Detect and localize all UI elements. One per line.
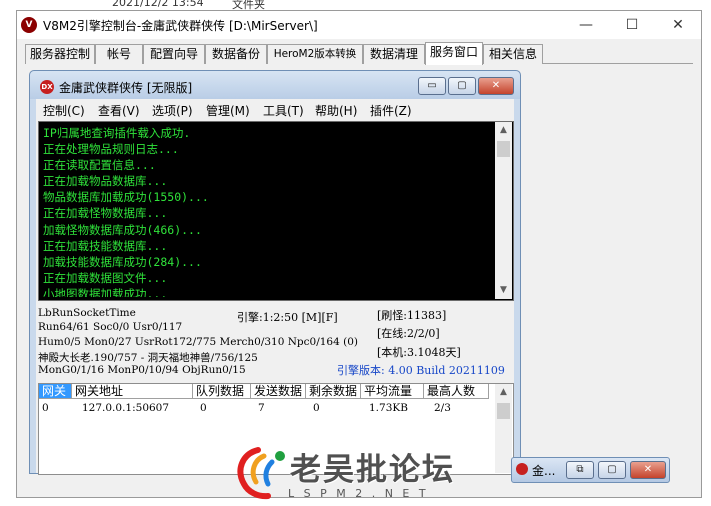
grid-scrollbar-thumb[interactable]: [497, 403, 510, 419]
status-engine: 引擎:1:2:50 [M][F]: [237, 311, 338, 324]
grid-header-queue[interactable]: 队列数据: [193, 384, 251, 399]
grid-header-gateway[interactable]: 网关: [39, 384, 72, 399]
child-window-title: 金庸武侠群侠传 [无限版]: [59, 81, 193, 95]
dx-app-icon: DX: [40, 80, 54, 94]
child-minimize-button[interactable]: ▭: [418, 77, 446, 95]
watermark-title: 老吴批论坛: [290, 452, 455, 488]
grid-header-remaining[interactable]: 剩余数据: [306, 384, 361, 399]
tab-account[interactable]: 帐号: [95, 44, 143, 64]
menu-control[interactable]: 控制(C): [43, 102, 85, 119]
console-line: 正在加载怪物数据库...: [43, 206, 168, 221]
cell-avg-traffic: 1.73KB: [369, 402, 408, 414]
status-run-line: Run64/61 Soc0/0 Usr0/117: [38, 321, 183, 333]
status-refresh-monsters: [刷怪:11383]: [377, 309, 447, 322]
status-map-line: 神殿大长老.190/757 - 洞天福地神兽/756/125: [38, 352, 258, 364]
scrollbar-thumb[interactable]: [497, 141, 510, 157]
status-online: [在线:2/2/0]: [377, 327, 440, 340]
console-scrollbar[interactable]: ▲ ▼: [495, 122, 512, 299]
status-mon-line: MonG0/1/16 MonP0/10/94 ObjRun0/15: [38, 364, 246, 376]
status-hum-line: Hum0/5 Mon0/27 UsrRot172/775 Merch0/310 …: [38, 336, 359, 348]
mini-close-button[interactable]: ✕: [630, 461, 666, 479]
console-line: IP归属地查询插件载入成功.: [43, 126, 191, 140]
cell-address: 127.0.0.1:50607: [82, 402, 170, 414]
tab-data-cleanup[interactable]: 数据清理: [363, 44, 425, 64]
console-line: 小地图数据加载成功...: [43, 286, 168, 297]
minimize-button[interactable]: —: [563, 11, 609, 39]
console-line: 加载怪物数据库成功(466)...: [43, 222, 202, 237]
tab-herom2-convert[interactable]: HeroM2版本转换: [267, 44, 363, 64]
menu-tools[interactable]: 工具(T): [263, 102, 304, 119]
console-lines: IP归属地查询插件载入成功. 正在处理物品规则日志... 正在读取配置信息...…: [43, 125, 495, 297]
menu-view[interactable]: 查看(V): [98, 102, 140, 119]
console-line: 物品数据库加载成功(1550)...: [43, 190, 209, 205]
status-local-days: [本机:3.1048天]: [377, 346, 461, 359]
engine-version: 引擎版本: 4.00 Build 20211109: [337, 364, 505, 377]
menu-manage[interactable]: 管理(M): [206, 102, 250, 119]
grid-header-address[interactable]: 网关地址: [72, 384, 193, 399]
child-client-area: IP归属地查询插件载入成功. 正在处理物品规则日志... 正在读取配置信息...…: [36, 121, 514, 475]
console-log[interactable]: IP归属地查询插件载入成功. 正在处理物品规则日志... 正在读取配置信息...…: [38, 121, 514, 301]
minimized-title: 金...: [532, 464, 556, 478]
menu-bar: 控制(C) 查看(V) 选项(P) 管理(M) 工具(T) 帮助(H) 插件(Z…: [36, 99, 514, 121]
cell-remaining: 0: [313, 402, 320, 414]
minimized-child-window[interactable]: 金... ⧉ ▢ ✕: [511, 457, 670, 483]
menu-help[interactable]: 帮助(H): [315, 102, 357, 119]
console-line: 正在加载物品数据库...: [43, 174, 168, 189]
console-line: 正在加载技能数据库...: [43, 238, 168, 253]
console-line: 正在处理物品规则日志...: [43, 142, 179, 157]
window-title: V8M2引擎控制台-金庸武侠群侠传 [D:\MirServer\]: [43, 19, 318, 33]
tab-service-window[interactable]: 服务窗口: [425, 42, 483, 65]
grid-scroll-up-icon[interactable]: ▲: [495, 384, 512, 401]
scroll-up-arrow-icon[interactable]: ▲: [495, 122, 512, 139]
background-file-strip: 2021/12/2 13:54 文件夹: [0, 0, 711, 10]
forum-watermark: 老吴批论坛 L S P M 2 . N E T: [228, 442, 518, 504]
mini-restore-button[interactable]: ⧉: [566, 461, 594, 479]
console-line: 正在加载数据图文件...: [43, 270, 168, 285]
child-maximize-button[interactable]: ▢: [448, 77, 476, 95]
watermark-domain: L S P M 2 . N E T: [288, 487, 429, 500]
scroll-down-arrow-icon[interactable]: ▼: [495, 282, 512, 299]
watermark-logo-icon: [237, 447, 285, 500]
child-close-button[interactable]: ✕: [478, 77, 514, 95]
maximize-button[interactable]: ☐: [609, 11, 655, 39]
menu-plugins[interactable]: 插件(Z): [370, 102, 412, 119]
console-line: 加载技能数据库成功(284)...: [43, 254, 202, 269]
grid-header-avg-traffic[interactable]: 平均流量: [361, 384, 424, 399]
cell-max-users: 2/3: [434, 402, 451, 414]
cell-gateway: 0: [42, 402, 49, 414]
grid-header-sent[interactable]: 发送数据: [251, 384, 306, 399]
server-child-window: DX 金庸武侠群侠传 [无限版] ▭ ▢ ✕ 控制(C) 查看(V) 选项(P)…: [29, 70, 521, 475]
tab-server-control[interactable]: 服务器控制: [25, 44, 95, 64]
child-title-bar: DX 金庸武侠群侠传 [无限版] ▭ ▢ ✕: [30, 71, 520, 99]
mini-maximize-button[interactable]: ▢: [598, 461, 626, 479]
file-date: 2021/12/2 13:54: [112, 0, 204, 9]
menu-options[interactable]: 选项(P): [152, 102, 193, 119]
status-socket-time: LbRunSocketTime: [38, 307, 136, 319]
console-line: 正在读取配置信息...: [43, 158, 156, 173]
title-bar: V V8M2引擎控制台-金庸武侠群侠传 [D:\MirServer\] — ☐ …: [17, 11, 701, 39]
app-logo-icon: V: [21, 17, 37, 33]
grid-header-max-users[interactable]: 最高人数: [424, 384, 489, 399]
file-type: 文件夹: [232, 0, 265, 10]
tab-related-info[interactable]: 相关信息: [483, 44, 543, 64]
cell-queue: 0: [200, 402, 207, 414]
tab-data-backup[interactable]: 数据备份: [205, 44, 267, 64]
cell-sent: 7: [258, 402, 265, 414]
close-button[interactable]: ✕: [655, 11, 701, 39]
tab-config-wizard[interactable]: 配置向导: [143, 44, 205, 64]
